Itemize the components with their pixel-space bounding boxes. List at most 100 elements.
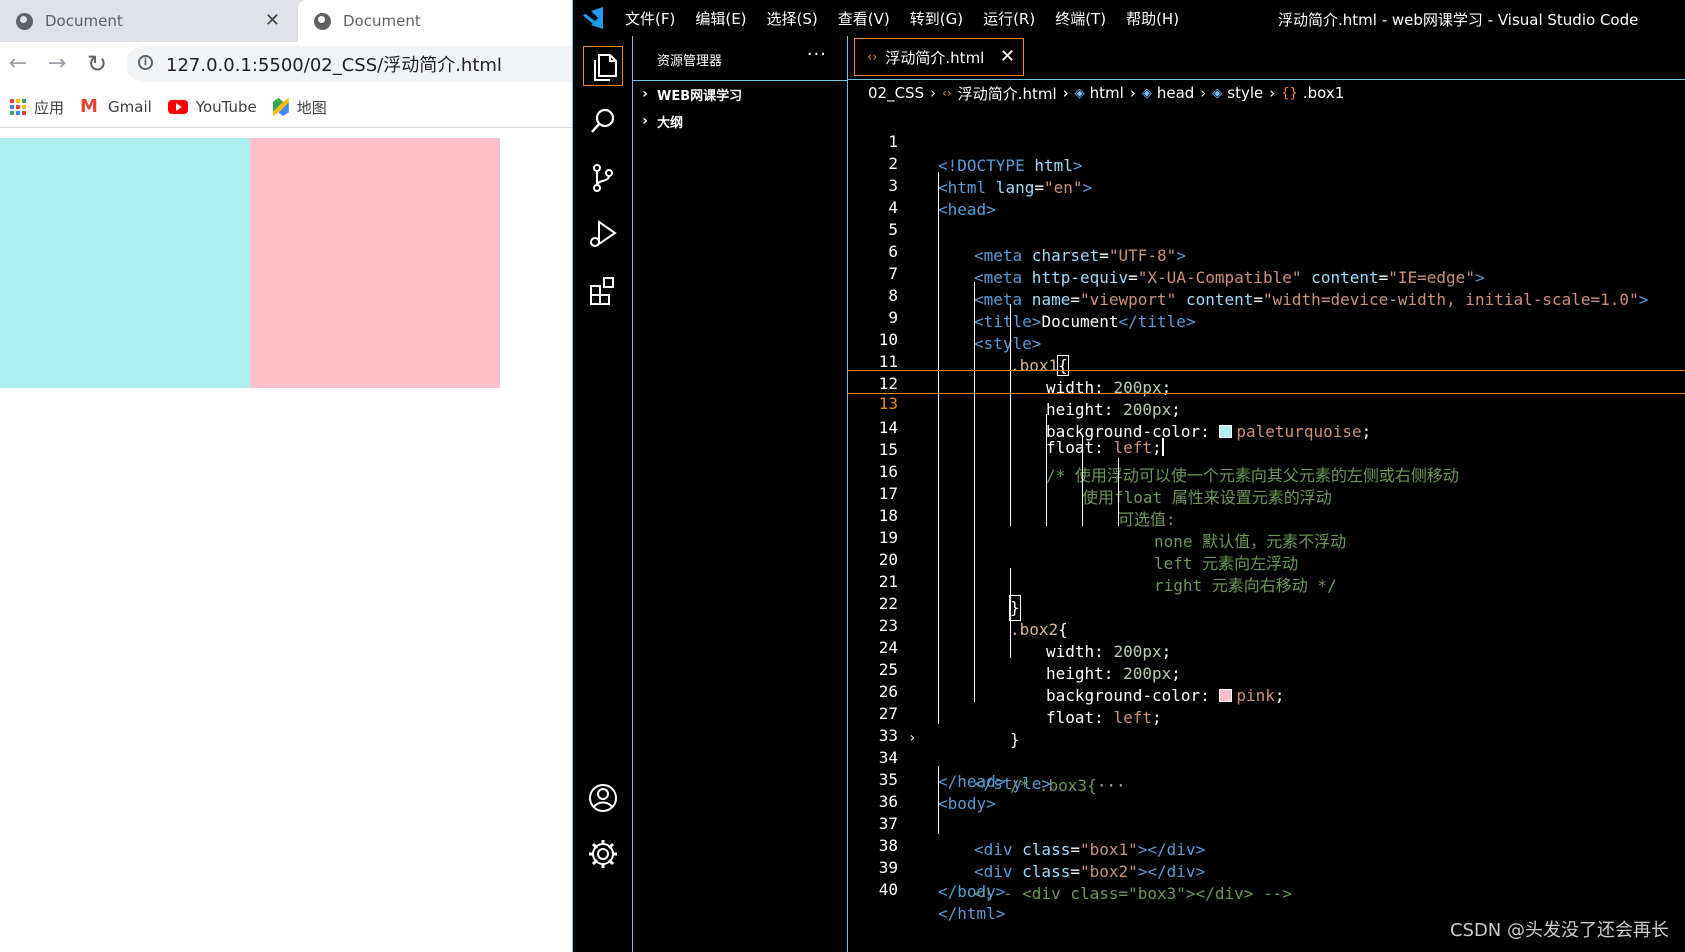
chevron-right-icon: › bbox=[1062, 84, 1069, 102]
source-control-icon[interactable] bbox=[583, 158, 623, 198]
editor-group: ‹› 浮动简介.html ✕ 02_CSS › ‹› 浮动简介.html › ◈… bbox=[848, 36, 1685, 952]
search-icon[interactable] bbox=[583, 102, 623, 142]
section-label: WEB网课学习 bbox=[657, 88, 743, 104]
apps-icon bbox=[10, 99, 26, 115]
menu-go[interactable]: 转到(G) bbox=[910, 8, 963, 29]
token: </html> bbox=[938, 904, 1006, 923]
bookmark-apps[interactable]: 应用 bbox=[10, 97, 64, 118]
code-line: 39 </body> bbox=[848, 832, 1685, 901]
browser-tab-2[interactable]: Document bbox=[298, 0, 572, 42]
browser-tab-strip: Document ✕ Document bbox=[0, 0, 572, 42]
html-file-icon: ‹› bbox=[867, 49, 878, 65]
breadcrumb-folder[interactable]: 02_CSS bbox=[868, 84, 924, 102]
bookmark-label: 地图 bbox=[296, 98, 327, 117]
element-cube-icon: ◈ bbox=[1212, 85, 1223, 101]
maps-icon bbox=[272, 98, 289, 116]
run-debug-icon[interactable] bbox=[583, 214, 623, 254]
section-label: 大纲 bbox=[657, 115, 684, 131]
explorer-sidebar: 资源管理器 ··· › WEB网课学习 › 大纲 bbox=[633, 36, 848, 952]
bookmark-youtube[interactable]: YouTube bbox=[167, 98, 257, 116]
code-line: 24 background-color: pink; bbox=[848, 612, 1685, 705]
code-line: 8 <style> bbox=[848, 260, 1685, 353]
code-line: 26 } bbox=[848, 656, 1685, 749]
forward-arrow-icon[interactable]: → bbox=[42, 49, 72, 79]
extensions-icon[interactable] bbox=[583, 270, 623, 310]
code-line: 25 float: left; bbox=[848, 634, 1685, 727]
close-icon[interactable]: ✕ bbox=[265, 10, 280, 31]
code-line-active: 13 float: left; bbox=[848, 370, 1685, 457]
code-line: 35 <body> bbox=[848, 744, 1685, 813]
code-line: 36 <div class="box1"></div> bbox=[848, 766, 1685, 859]
code-line: 22 width: 200px; bbox=[848, 568, 1685, 661]
code-line: 19 right 元素向右移动 */ bbox=[848, 502, 1685, 595]
code-line: 7 <title>Document</title> bbox=[848, 238, 1685, 331]
breadcrumb-head[interactable]: head bbox=[1157, 84, 1194, 102]
code-line: 37 <div class="box2"></div> bbox=[848, 788, 1685, 881]
menu-terminal[interactable]: 终端(T) bbox=[1055, 8, 1106, 29]
chevron-right-icon: › bbox=[1200, 84, 1207, 102]
code-line: 23 height: 200px; bbox=[848, 590, 1685, 683]
globe-icon bbox=[16, 12, 33, 30]
url-text: 127.0.0.1:5500/02_CSS/浮动简介.html bbox=[166, 55, 502, 76]
chevron-right-icon: › bbox=[1269, 84, 1276, 102]
address-bar[interactable]: i 127.0.0.1:5500/02_CSS/浮动简介.html bbox=[126, 46, 572, 82]
browser-window: Document ✕ Document ← → ↻ i 127.0.0.1:55… bbox=[0, 0, 572, 952]
globe-icon bbox=[314, 12, 331, 30]
code-line: 20 } bbox=[848, 524, 1685, 621]
explorer-title: 资源管理器 bbox=[657, 54, 723, 69]
code-line: 6 <meta name="viewport" content="width=d… bbox=[848, 216, 1685, 309]
menu-edit[interactable]: 编辑(E) bbox=[695, 8, 746, 29]
browser-toolbar: ← → ↻ i 127.0.0.1:5500/02_CSS/浮动简介.html bbox=[0, 42, 572, 87]
element-cube-icon: ◈ bbox=[1074, 85, 1085, 101]
browser-tab-1[interactable]: Document ✕ bbox=[0, 0, 298, 42]
code-editor[interactable]: 1 <!DOCTYPE html> 2 <html lang="en"> 3 <… bbox=[848, 106, 1685, 952]
breadcrumb: 02_CSS › ‹› 浮动简介.html › ◈ html › ◈ head … bbox=[848, 80, 1685, 106]
tab-title: Document bbox=[45, 12, 123, 30]
chevron-right-icon: › bbox=[1129, 84, 1136, 102]
explorer-icon[interactable] bbox=[583, 46, 623, 86]
editor-tab-label: 浮动简介.html bbox=[885, 48, 985, 67]
box1-paleturquoise bbox=[0, 138, 250, 388]
back-arrow-icon[interactable]: ← bbox=[3, 49, 33, 79]
bookmark-maps[interactable]: 地图 bbox=[272, 97, 327, 118]
breadcrumb-selector[interactable]: .box1 bbox=[1303, 84, 1344, 102]
breadcrumb-html[interactable]: html bbox=[1090, 84, 1124, 102]
chevron-right-icon: › bbox=[642, 86, 648, 102]
code-line: 21 .box2{ bbox=[848, 546, 1685, 639]
css-selector-icon: {} bbox=[1281, 85, 1298, 101]
code-line: 33 </style> bbox=[848, 700, 1685, 793]
bookmark-label: Gmail bbox=[108, 98, 152, 116]
settings-gear-icon[interactable] bbox=[583, 834, 623, 874]
menu-selection[interactable]: 选择(S) bbox=[767, 8, 818, 29]
code-line: 4 <meta charset="UTF-8"> bbox=[848, 172, 1685, 265]
info-icon[interactable]: i bbox=[138, 55, 153, 70]
code-line: 40 </html> bbox=[848, 854, 1685, 923]
code-line: 16 可选值: bbox=[848, 436, 1685, 529]
menu-view[interactable]: 查看(V) bbox=[838, 8, 890, 29]
title-bar: 文件(F) 编辑(E) 选择(S) 查看(V) 转到(G) 运行(R) 终端(T… bbox=[573, 0, 1685, 36]
code-line: 1 <!DOCTYPE html> bbox=[848, 106, 1685, 175]
code-line: 18 left 元素向左浮动 bbox=[848, 480, 1685, 573]
code-line: 17 none 默认值，元素不浮动 bbox=[848, 458, 1685, 551]
sidebar-section-workspace[interactable]: › WEB网课学习 bbox=[633, 80, 847, 107]
account-icon[interactable] bbox=[583, 778, 623, 818]
menu-file[interactable]: 文件(F) bbox=[625, 8, 675, 29]
breadcrumb-style[interactable]: style bbox=[1227, 84, 1263, 102]
editor-tab-active[interactable]: ‹› 浮动简介.html ✕ bbox=[854, 38, 1024, 76]
menu-run[interactable]: 运行(R) bbox=[983, 8, 1035, 29]
editor-tabs: ‹› 浮动简介.html ✕ bbox=[848, 36, 1685, 80]
chevron-right-icon: › bbox=[642, 113, 648, 129]
menu-help[interactable]: 帮助(H) bbox=[1126, 8, 1179, 29]
close-icon[interactable]: ✕ bbox=[1000, 46, 1015, 67]
bookmark-label: 应用 bbox=[34, 98, 65, 117]
activity-bar bbox=[573, 36, 633, 952]
code-line: 2 <html lang="en"> bbox=[848, 128, 1685, 197]
reload-icon[interactable]: ↻ bbox=[82, 49, 112, 79]
breadcrumb-file[interactable]: 浮动简介.html bbox=[958, 83, 1057, 104]
code-line: 11 height: 200px; bbox=[848, 326, 1685, 419]
sidebar-section-outline[interactable]: › 大纲 bbox=[633, 108, 847, 134]
more-actions-icon[interactable]: ··· bbox=[807, 44, 827, 65]
code-line: 9 .box1{ bbox=[848, 282, 1685, 376]
code-line: 34 </head> bbox=[848, 722, 1685, 791]
bookmark-gmail[interactable]: Gmail bbox=[80, 96, 152, 117]
